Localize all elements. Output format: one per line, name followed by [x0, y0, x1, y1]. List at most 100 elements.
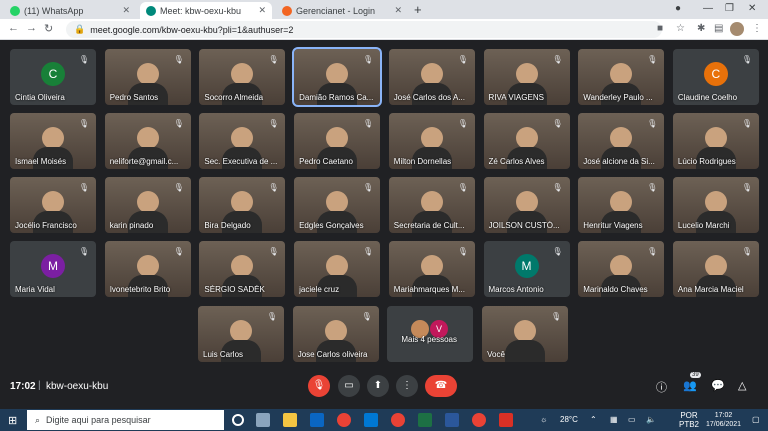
participant-tile[interactable]: 🎙 Socorro Almeida: [199, 49, 286, 105]
clock-date: 17/06/2021: [706, 421, 742, 428]
tab-whatsapp[interactable]: (11) WhatsApp ✕: [4, 2, 136, 19]
participant-tile[interactable]: 🎙 Pedro Caetano: [294, 113, 381, 169]
participant-tile[interactable]: 🎙 Ivonetebrito Brito: [104, 241, 191, 297]
participant-tile[interactable]: 🎙 Lúcio Rodrigues: [672, 113, 759, 169]
present-button[interactable]: ⬆: [367, 375, 389, 397]
avatar[interactable]: [730, 22, 744, 36]
people-icon[interactable]: 👥: [683, 379, 697, 392]
participant-tile[interactable]: C 🎙 Claudine Coelho: [672, 49, 759, 105]
participant-tile[interactable]: M 🎙 Marcos Antonio: [483, 241, 570, 297]
notifications-icon[interactable]: ▢: [752, 415, 760, 424]
participant-name: Pedro Santos: [109, 93, 159, 102]
info-icon[interactable]: ⓘ: [656, 379, 667, 395]
network-icon[interactable]: ▦: [610, 415, 618, 424]
task-view-icon[interactable]: [256, 413, 270, 427]
camera-icon[interactable]: ■: [657, 23, 663, 34]
excel-icon[interactable]: [418, 413, 432, 427]
close-icon[interactable]: ✕: [394, 5, 402, 16]
participant-tile[interactable]: M 🎙 Maria Vidal: [10, 241, 96, 297]
participant-tile[interactable]: V Mais 4 pessoas: [387, 306, 474, 362]
acrobat-icon[interactable]: [499, 413, 513, 427]
volume-icon[interactable]: 🔈: [646, 415, 656, 424]
taskbar-search[interactable]: ⌕ Digite aqui para pesquisar: [27, 410, 224, 430]
menu-icon[interactable]: ⋮: [752, 23, 762, 34]
cortana-icon[interactable]: [232, 414, 244, 426]
participant-tile[interactable]: 🎙 Wanderley Paulo ...: [578, 49, 665, 105]
participant-video: [515, 63, 538, 85]
forward-icon[interactable]: →: [26, 22, 37, 34]
participant-tile[interactable]: 🎙 José alcione da Si...: [578, 113, 665, 169]
participant-tile[interactable]: 🎙 Marinaldo Chaves: [578, 241, 665, 297]
tab-meet[interactable]: Meet: kbw-oexu-kbu ✕: [140, 2, 272, 19]
participant-tile[interactable]: 🎙 Zé Carlos Alves: [483, 113, 570, 169]
back-icon[interactable]: ←: [8, 22, 19, 34]
participant-video: [326, 255, 349, 277]
mic-off-button[interactable]: 🎙: [308, 375, 330, 397]
reload-icon[interactable]: ↻: [44, 22, 53, 35]
participant-tile[interactable]: 🎙 Ana Marcia Maciel: [672, 241, 759, 297]
more-options-button[interactable]: ⋮: [396, 375, 418, 397]
participant-tile[interactable]: 🎙 Você: [482, 306, 569, 362]
participant-tile[interactable]: 🎙 SÉRGIO SADÉK: [199, 241, 286, 297]
participant-tile[interactable]: 🎙 karin pinado: [104, 177, 191, 233]
participant-tile[interactable]: 🎙 Jose Carlos oliveira: [292, 306, 379, 362]
url-field[interactable]: 🔒 meet.google.com/kbw-oexu-kbu?pli=1&aut…: [66, 21, 662, 38]
close-window-icon[interactable]: ✕: [748, 3, 756, 14]
participant-tile[interactable]: 🎙 JOILSON CUSTÓ...: [483, 177, 570, 233]
windows-taskbar: ⊞ ⌕ Digite aqui para pesquisar ☼ 28°C ⌃ …: [0, 409, 768, 431]
participant-tile[interactable]: 🎙 Sec. Executiva de ...: [199, 113, 286, 169]
word-icon[interactable]: [445, 413, 459, 427]
activities-icon[interactable]: △: [738, 379, 746, 392]
file-explorer-icon[interactable]: [283, 413, 297, 427]
store-icon[interactable]: [310, 413, 324, 427]
extensions-icon[interactable]: ✱: [697, 23, 705, 34]
participant-tile[interactable]: 🎙 Bira Delgado: [199, 177, 286, 233]
tab-gerencianet[interactable]: Gerencianet - Login ✕: [276, 2, 408, 19]
participant-tile[interactable]: 🎙 Pedro Santos: [104, 49, 191, 105]
participant-name: Wanderley Paulo ...: [583, 93, 653, 102]
participant-tile[interactable]: 🎙 Edgles Gonçalves: [294, 177, 381, 233]
mail-icon[interactable]: [364, 413, 378, 427]
profile-dot-icon[interactable]: ●: [675, 3, 681, 14]
whatsapp-icon: [10, 5, 20, 16]
participant-tile[interactable]: 🎙 jaciele cruz: [294, 241, 381, 297]
windows-start-icon[interactable]: ⊞: [8, 414, 17, 427]
extension-icon[interactable]: ▤: [714, 23, 723, 34]
participant-tile[interactable]: 🎙 Mariahmarques M...: [388, 241, 475, 297]
battery-icon[interactable]: ▭: [628, 415, 636, 424]
participant-tile[interactable]: 🎙 RIVA VIAGENS: [483, 49, 570, 105]
participant-tile[interactable]: 🎙 Damião Ramos Ca...: [292, 47, 383, 107]
participant-tile[interactable]: 🎙 Henritur Viagens: [578, 177, 665, 233]
new-tab-icon[interactable]: +: [414, 2, 422, 17]
participant-video: [324, 320, 347, 342]
chrome-icon[interactable]: [472, 413, 486, 427]
leave-call-button[interactable]: ☎: [425, 375, 457, 397]
participant-tile[interactable]: 🎙 José Carlos dos A...: [388, 49, 475, 105]
participant-video: [420, 191, 443, 213]
minimize-icon[interactable]: —: [703, 3, 713, 14]
close-icon[interactable]: ✕: [122, 5, 130, 16]
participant-tile[interactable]: 🎙 neliforte@gmail.c...: [104, 113, 191, 169]
participant-tile[interactable]: 🎙 Jocélio Francisco: [10, 177, 96, 233]
mic-off-icon: 🎙: [312, 380, 326, 391]
participant-tile[interactable]: 🎙 Ismael Moisés: [10, 113, 96, 169]
taskbar-clock[interactable]: 17:02 17/06/2021: [706, 411, 741, 429]
maximize-icon[interactable]: ❐: [725, 3, 734, 14]
participant-name: Ismael Moisés: [15, 157, 67, 166]
chrome-icon[interactable]: [391, 413, 405, 427]
camera-button[interactable]: ▭: [338, 375, 360, 397]
participant-tile[interactable]: 🎙 Lucelio Marchi: [672, 177, 759, 233]
close-icon[interactable]: ✕: [258, 5, 266, 16]
participant-tile[interactable]: 🎙 Secretaria de Cult...: [388, 177, 475, 233]
star-icon[interactable]: ☆: [676, 23, 685, 34]
weather-icon[interactable]: ☼: [540, 415, 547, 424]
language-indicator[interactable]: POR PTB2: [679, 411, 699, 429]
participant-tile[interactable]: 🎙 Milton Dornellas: [388, 113, 475, 169]
chrome-icon[interactable]: [337, 413, 351, 427]
tray-expand-icon[interactable]: ⌃: [590, 415, 597, 424]
participant-name: Maria Vidal: [15, 285, 55, 294]
participant-tile[interactable]: 🎙 Luis Carlos: [198, 306, 284, 362]
chat-icon[interactable]: 💬: [711, 379, 725, 392]
participant-tile[interactable]: C 🎙 Cintia Oliveira: [10, 49, 96, 105]
participant-video: [42, 191, 64, 213]
